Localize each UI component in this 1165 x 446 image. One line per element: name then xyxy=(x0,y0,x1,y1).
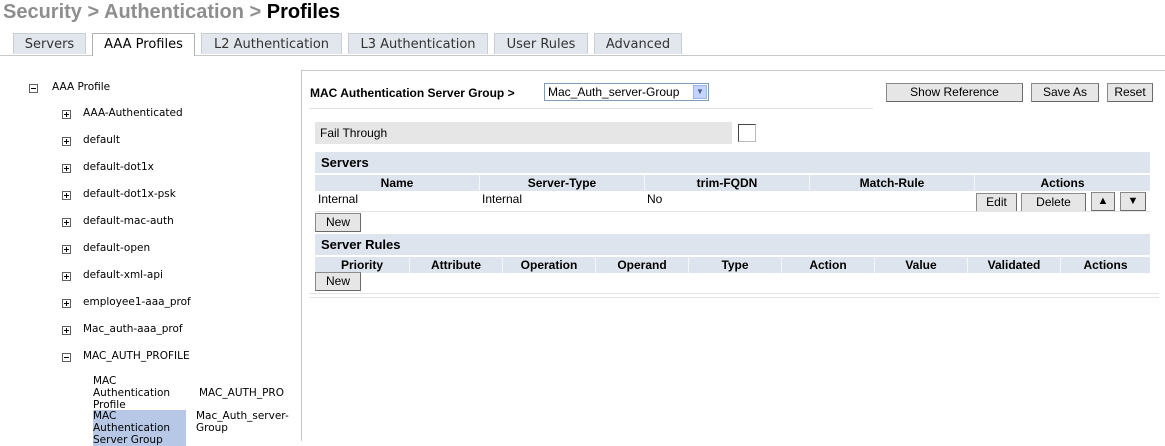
column-header: Operand xyxy=(595,257,688,273)
server-rules-table-header: Priority Attribute Operation Operand Typ… xyxy=(315,257,1150,273)
chevron-down-icon[interactable]: ▼ xyxy=(693,85,707,99)
show-reference-button[interactable]: Show Reference xyxy=(886,83,1023,102)
tree-item-label[interactable]: default-dot1x xyxy=(83,161,154,173)
tab-bar: Servers AAA Profiles L2 Authentication L… xyxy=(0,33,1165,56)
collapse-icon[interactable] xyxy=(29,84,38,93)
trim-fqdn-cell: No xyxy=(647,192,663,206)
column-header: Type xyxy=(688,257,781,273)
collapse-icon[interactable] xyxy=(62,353,71,362)
column-header: Match-Rule xyxy=(809,175,974,191)
delete-button[interactable]: Delete xyxy=(1021,193,1086,212)
column-header: Actions xyxy=(1060,257,1150,273)
servers-section-title: Servers xyxy=(315,152,1150,173)
fail-through-checkbox[interactable] xyxy=(738,124,756,142)
server-rules-section-title: Server Rules xyxy=(315,234,1150,255)
column-header: Name xyxy=(380,176,414,190)
expand-icon[interactable] xyxy=(62,110,71,119)
tree-item-label[interactable]: employee1-aaa_prof xyxy=(83,296,191,308)
move-up-button[interactable]: ▲ xyxy=(1091,192,1115,211)
expand-icon[interactable] xyxy=(62,137,71,146)
divider xyxy=(309,293,1159,294)
divider xyxy=(309,297,1159,298)
move-down-button[interactable]: ▼ xyxy=(1120,192,1146,211)
edit-button[interactable]: Edit xyxy=(976,193,1017,212)
tab-user-rules[interactable]: User Rules xyxy=(494,33,588,54)
server-type-cell: Internal xyxy=(482,192,523,206)
server-group-select-value: Mac_Auth_server-Group xyxy=(548,85,680,99)
tree-item-label[interactable]: Mac_auth-aaa_prof xyxy=(83,323,183,335)
expand-icon[interactable] xyxy=(62,218,71,227)
breadcrumb: Security > Authentication > Profiles xyxy=(3,0,340,26)
tree-item-label[interactable]: default-dot1x-psk xyxy=(83,188,176,200)
column-header: Validated xyxy=(967,257,1060,273)
expand-icon[interactable] xyxy=(62,272,71,281)
new-server-button[interactable]: New xyxy=(315,213,361,232)
reset-button[interactable]: Reset xyxy=(1107,83,1153,102)
tree-item-label[interactable]: default-mac-auth xyxy=(83,215,174,227)
tab-aaa-profiles[interactable]: AAA Profiles xyxy=(92,33,195,56)
column-header: trim-FQDN xyxy=(644,175,809,191)
server-group-title: MAC Authentication Server Group > xyxy=(310,86,515,100)
tree-item-label[interactable]: AAA-Authenticated xyxy=(83,107,183,119)
breadcrumb-separator: > xyxy=(244,1,267,23)
column-header: Action xyxy=(781,257,874,273)
column-header: Operation xyxy=(502,257,595,273)
breadcrumb-authentication[interactable]: Authentication xyxy=(104,1,244,23)
expand-icon[interactable] xyxy=(62,326,71,335)
expand-icon[interactable] xyxy=(62,245,71,254)
tree-root-label[interactable]: AAA Profile xyxy=(52,81,110,93)
tree-item-label[interactable]: MAC_AUTH_PROFILE xyxy=(83,350,190,362)
expand-icon[interactable] xyxy=(62,191,71,200)
expand-icon[interactable] xyxy=(62,299,71,308)
server-group-select[interactable]: Mac_Auth_server-Group ▼ xyxy=(544,83,709,101)
tree-child-mac-auth-server-group-value: Mac_Auth_server-Group xyxy=(196,410,289,434)
column-header: Server-Type xyxy=(479,175,644,191)
breadcrumb-current: Profiles xyxy=(266,1,341,23)
new-rule-button[interactable]: New xyxy=(315,272,361,291)
divider xyxy=(309,108,873,109)
column-header: Attribute xyxy=(409,257,502,273)
tree-item-label[interactable]: default-open xyxy=(83,242,150,254)
breadcrumb-security[interactable]: Security xyxy=(3,1,82,23)
breadcrumb-separator: > xyxy=(81,1,104,23)
column-header: Value xyxy=(874,257,967,273)
fail-through-label: Fail Through xyxy=(315,122,732,144)
servers-table-header: Name Server-Type trim-FQDN Match-Rule Ac… xyxy=(315,175,1150,191)
profile-tree: AAA Profile AAA-Authenticated default de… xyxy=(0,60,298,446)
column-header: Actions xyxy=(974,175,1150,191)
tree-item-label[interactable]: default xyxy=(83,134,120,146)
tree-child-mac-auth-profile[interactable]: MAC Authentication Profile xyxy=(93,375,188,411)
tab-advanced[interactable]: Advanced xyxy=(594,33,682,54)
divider xyxy=(315,211,1150,212)
expand-icon[interactable] xyxy=(62,164,71,173)
tab-l3-authentication[interactable]: L3 Authentication xyxy=(348,33,488,54)
save-as-button[interactable]: Save As xyxy=(1031,83,1099,102)
column-header: Priority xyxy=(340,258,383,272)
tab-l2-authentication[interactable]: L2 Authentication xyxy=(201,33,342,54)
server-name-cell: Internal xyxy=(318,192,359,206)
tab-servers[interactable]: Servers xyxy=(13,33,86,54)
tree-item-label[interactable]: default-xml-api xyxy=(83,269,163,281)
tree-child-mac-auth-profile-value: MAC_AUTH_PRO xyxy=(199,387,284,399)
